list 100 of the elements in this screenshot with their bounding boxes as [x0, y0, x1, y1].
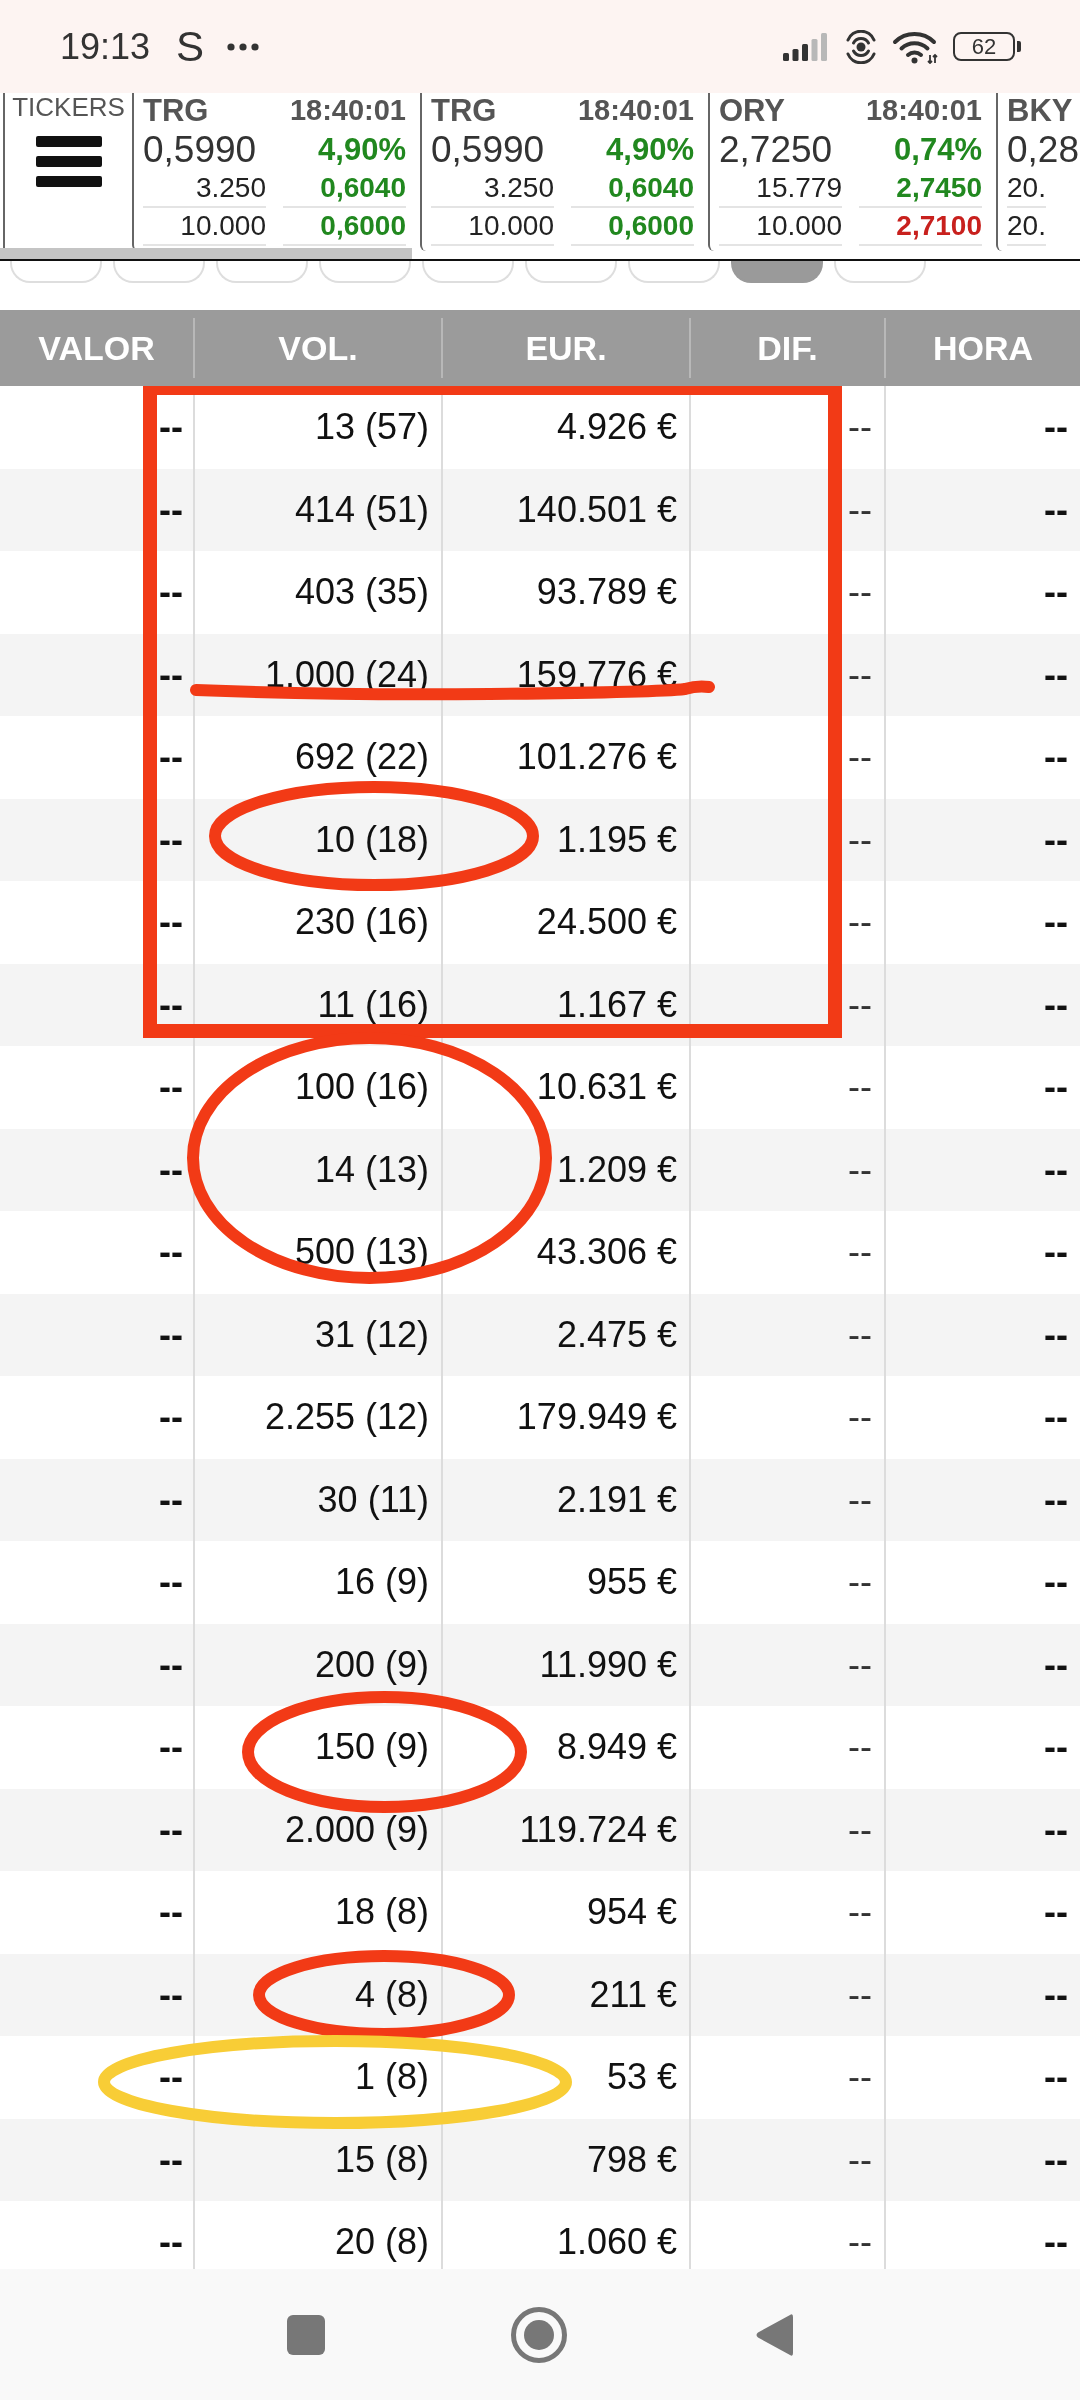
ticker-time: 18:40:01: [577, 96, 694, 125]
table-cell: --: [884, 1458, 1080, 1541]
square-icon[interactable]: [287, 2314, 325, 2355]
table-cell: --: [884, 1788, 1080, 1871]
table-cell: 2.475 €: [441, 1293, 689, 1376]
ticker-quote-price: 0,6000: [283, 208, 406, 246]
table-cell: --: [884, 468, 1080, 551]
table-cell-text: --: [158, 900, 184, 945]
column-header: EUR.: [441, 318, 689, 378]
table-cell-text: --: [158, 2137, 184, 2182]
column-header: DIF.: [689, 318, 884, 378]
ticker-quantity: 15.779: [719, 170, 842, 208]
column-header: VALOR: [37, 328, 156, 369]
table-cell-text: --: [158, 1065, 184, 1110]
table-cell: 11.990 €: [441, 1623, 689, 1706]
column-header: VOL.: [193, 318, 441, 378]
table-cell: --: [689, 963, 884, 1046]
ticker-change: 0,74%: [894, 133, 982, 165]
table-cell: --: [689, 1293, 884, 1376]
table-cell-text: --: [158, 570, 184, 615]
table-cell: 15 (8): [193, 2118, 441, 2201]
table-cell: 31 (12): [193, 1293, 441, 1376]
table-cell-text: --: [158, 735, 184, 780]
ticker-price: 0,5990: [431, 130, 545, 168]
tickers-label: TICKERS: [12, 94, 125, 120]
ticker-symbol: ORY: [719, 95, 786, 126]
ticker-quantity: 20.: [1007, 208, 1046, 246]
table-cell: --: [689, 1788, 884, 1871]
table-cell-text: --: [158, 1807, 184, 1852]
notification-letter: S: [176, 25, 205, 68]
table-cell: --: [884, 633, 1080, 716]
ticker-quantity: 10.000: [719, 208, 842, 246]
hotspot-icon: [845, 29, 877, 64]
table-cell: 1.167 €: [441, 963, 689, 1046]
table-cell-text: --: [158, 1642, 184, 1687]
table-cell: 30 (11): [193, 1458, 441, 1541]
status-time: 19:13: [60, 28, 151, 65]
table-cell-text: --: [158, 487, 184, 532]
more-icon: [227, 42, 260, 51]
table-cell: --: [689, 1458, 884, 1541]
wifi-icon: [891, 29, 938, 64]
table-cell-text: --: [158, 1560, 184, 1605]
ticker-price: 2,7250: [719, 130, 833, 168]
table-cell: --: [884, 1128, 1080, 1211]
table-cell: --: [884, 963, 1080, 1046]
ticker-quantity: 3.250: [431, 170, 554, 208]
scrollbar-thumb[interactable]: [0, 248, 412, 259]
table-cell-text: --: [158, 405, 184, 450]
table-cell: 211 €: [441, 1953, 689, 2036]
table-cell-text: --: [158, 2055, 184, 2100]
table-cell: 10 (18): [193, 798, 441, 881]
table-cell: --: [689, 468, 884, 551]
ticker-quantity: 3.250: [143, 170, 266, 208]
ticker-symbol: TRG: [431, 95, 497, 126]
table-cell: 1 (8): [193, 2036, 441, 2119]
table-cell: --: [689, 633, 884, 716]
table-cell: --: [884, 2118, 1080, 2201]
table-cell: 2.191 €: [441, 1458, 689, 1541]
table-cell-text: --: [158, 1725, 184, 1770]
ticker-change: 4,90%: [606, 133, 694, 165]
table-cell: 2.000 (9): [193, 1788, 441, 1871]
table-cell-text: --: [158, 2220, 184, 2265]
table-cell: --: [884, 798, 1080, 881]
table-cell-text: --: [158, 1230, 184, 1275]
table-cell: 119.724 €: [441, 1788, 689, 1871]
battery-indicator: 62: [953, 32, 1021, 61]
table-cell-text: --: [158, 1395, 184, 1440]
table-cell: --: [884, 1293, 1080, 1376]
table-cell-text: --: [158, 1312, 184, 1357]
ticker-quote-price: 2,7100: [859, 208, 982, 246]
table-cell-text: --: [158, 982, 184, 1027]
ticker-quote-price: 0,6040: [283, 170, 406, 208]
table-cell: 4 (8): [193, 1953, 441, 2036]
home-icon[interactable]: [511, 2306, 567, 2363]
table-cell: --: [689, 1953, 884, 2036]
table-cell: 798 €: [441, 2118, 689, 2201]
table-cell: 11 (16): [193, 963, 441, 1046]
table-cell: 1.209 €: [441, 1128, 689, 1211]
ticker-symbol: TRG: [143, 95, 209, 126]
table-cell: --: [689, 1128, 884, 1211]
column-header: HORA: [884, 318, 1080, 378]
ticker-quantity: 20.: [1007, 170, 1046, 208]
ticker-quote-price: 2,7450: [859, 170, 982, 208]
ticker-quote-price: 0,6000: [571, 208, 694, 246]
table-cell: 1.195 €: [441, 798, 689, 881]
ticker-time: 18:40:01: [289, 96, 406, 125]
back-icon[interactable]: [755, 2311, 793, 2358]
ticker-price: 0,28: [1007, 130, 1079, 168]
table-cell: --: [689, 798, 884, 881]
filter-chip[interactable]: [731, 261, 823, 283]
table-cell-text: --: [158, 652, 184, 697]
table-cell-text: --: [158, 1890, 184, 1935]
table-cell-text: --: [158, 1147, 184, 1192]
ticker-quantity: 10.000: [431, 208, 554, 246]
ticker-change: 4,90%: [318, 133, 406, 165]
table-cell: --: [689, 2118, 884, 2201]
menu-icon[interactable]: [35, 136, 102, 187]
table-cell: 200 (9): [193, 1623, 441, 1706]
table-cell-text: --: [158, 1477, 184, 1522]
table-cell: --: [689, 1623, 884, 1706]
